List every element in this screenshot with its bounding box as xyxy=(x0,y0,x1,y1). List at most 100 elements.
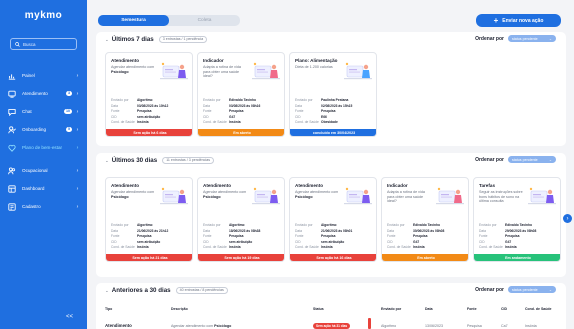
order-by-select[interactable]: status pendente ⌄ xyxy=(508,286,556,293)
section-count-badge: 3 entrostas / 1 pendência xyxy=(158,36,208,43)
card-detail-row: Cond. de Saúde Insônia xyxy=(203,120,281,126)
sidebar-item-label: Painel xyxy=(22,73,35,78)
new-action-button[interactable]: + Enviar nova ação xyxy=(476,14,561,27)
order-by-label: Ordenar por xyxy=(475,156,504,163)
section-header[interactable]: ⌄ Anteriores a 30 dias 40 entrostas / 8 pe… xyxy=(105,287,228,294)
sidebar-item-atendimento[interactable]: Atendimento 3 › xyxy=(0,87,87,100)
chevron-right-icon: › xyxy=(76,90,79,97)
sidebar-search[interactable] xyxy=(10,38,77,50)
card-detail-row: Cond. de Saúde Insônia xyxy=(295,245,373,251)
section-header[interactable]: ⌄ Últimos 30 dias 11 entrostas / 3 pendênc… xyxy=(105,157,215,164)
card-detail-key: Cond. de Saúde xyxy=(203,245,227,249)
card-illustration xyxy=(435,186,465,208)
card-detail-row: Cond. de Saúde Insônia xyxy=(203,245,281,251)
card-detail-row: Cond. de Saúde Insônia xyxy=(387,245,465,251)
order-by-value: status pendente xyxy=(512,157,538,162)
card-title: Atendimento xyxy=(111,58,140,63)
chevron-down-icon[interactable]: ⌄ xyxy=(105,37,109,43)
card-description-text: Seguir as instruções sobre bons hábitos … xyxy=(479,190,523,204)
card-detail-row: Cond. de Saúde Obesidade xyxy=(295,120,373,126)
app-logo[interactable]: mykmo xyxy=(0,10,87,21)
order-by-select[interactable]: status pendente ⌄ xyxy=(508,35,556,42)
chevron-right-icon: › xyxy=(76,144,79,151)
chevron-down-icon[interactable]: ⌄ xyxy=(105,288,109,294)
action-card[interactable]: Tarefas Seguir as instruções sobre bons h… xyxy=(473,177,561,262)
table-column-header[interactable]: Data xyxy=(425,307,467,311)
card-description-highlight: Psicólogo xyxy=(203,194,221,199)
dashboard-icon xyxy=(7,184,17,193)
sidebar-item-ocupacional[interactable]: Ocupacional › xyxy=(0,164,87,177)
card-details: Enviado por Edivaldo Tavinho Data 29/06/202… xyxy=(479,223,557,251)
table-header: Tipo Descrição Status Enviado por Data Fonte C… xyxy=(105,307,557,311)
action-card[interactable]: Indicador Adapta a rotina de vida para ob… xyxy=(197,52,285,137)
card-illustration xyxy=(251,186,281,208)
card-status-footer: Sem ação há 19 dias xyxy=(198,254,284,261)
card-detail-key: Cond. de Saúde xyxy=(295,120,319,124)
action-card[interactable]: Plano: Alimentação Dieta de 1.200 caloria… xyxy=(289,52,377,137)
card-details: Enviado por Edivaldo Tavinho Data 30/06/202… xyxy=(387,223,465,251)
card-detail-value: Insônia xyxy=(413,245,425,249)
card-detail-key: Cond. de Saúde xyxy=(111,245,135,249)
section-count-badge: 11 entrostas / 3 pendências xyxy=(162,157,215,164)
chevron-down-icon[interactable]: ⌄ xyxy=(105,158,109,164)
card-details: Enviado por Algoritmo Data 21/06/2023 às 08… xyxy=(295,223,373,251)
form-icon xyxy=(7,202,17,211)
section-title: Últimos 30 dias xyxy=(111,157,158,164)
card-description-text: Agendar atendimento com xyxy=(111,65,155,69)
card-title: Indicador xyxy=(203,58,224,63)
action-card[interactable]: Atendimento Agendar atendimento com Psicó… xyxy=(197,177,285,262)
row-description: Agendar atendimento com Psicólogo xyxy=(171,324,313,328)
row-condition: Insônia xyxy=(525,323,537,328)
card-description: Agendar atendimento com Psicólogo xyxy=(295,190,339,199)
sidebar-item-cadastro[interactable]: Cadastro › xyxy=(0,200,87,213)
sidebar-item-dashboard[interactable]: Dashboard › xyxy=(0,182,87,195)
card-detail-value: Insônia xyxy=(229,120,241,124)
card-status-footer: Em aberto xyxy=(198,129,284,136)
card-detail-value: Insônia xyxy=(137,245,149,249)
row-type: Atendimento xyxy=(105,323,132,328)
sidebar-item-label: Dashboard xyxy=(22,186,45,191)
chevron-right-icon: › xyxy=(76,126,79,133)
order-by: Ordenar por status pendente ⌄ xyxy=(475,35,556,42)
card-detail-value: Insônia xyxy=(137,120,149,124)
sidebar: mykmo Painel›Atendimento3›Chat10›Onboard… xyxy=(0,0,87,329)
card-detail-value: Insônia xyxy=(229,245,241,249)
card-title: Atendimento xyxy=(111,183,140,188)
action-card[interactable]: Atendimento Agendar atendimento com Psicó… xyxy=(105,52,193,137)
table-row[interactable]: Atendimento Agendar atendimento com Psicó… xyxy=(105,322,557,329)
card-illustration xyxy=(343,186,373,208)
collapse-sidebar-icon[interactable]: << xyxy=(66,314,73,320)
sidebar-item-onboarding[interactable]: Onboarding 5 › xyxy=(0,123,87,136)
section-header[interactable]: ⌄ Últimos 7 dias 3 entrostas / 1 pendência xyxy=(105,36,208,43)
card-description: Agendar atendimento com Psicólogo xyxy=(111,190,155,199)
sidebar-item-painel[interactable]: Painel › xyxy=(0,69,87,82)
card-status-footer: Em andamento xyxy=(474,254,560,261)
carousel-next-button[interactable]: › xyxy=(563,214,572,223)
table-column-header[interactable]: Status xyxy=(313,307,381,311)
card-detail-row: Cond. de Saúde Insônia xyxy=(111,245,189,251)
card-description-text: Agendar atendimento com xyxy=(111,190,155,194)
order-by-select[interactable]: status pendente ⌄ xyxy=(508,156,556,163)
table-column-header[interactable]: CID xyxy=(501,307,525,311)
card-detail-value: Obesidade xyxy=(321,120,338,124)
search-input[interactable] xyxy=(23,41,73,47)
action-card[interactable]: Atendimento Agendar atendimento com Psicó… xyxy=(105,177,193,262)
card-description-highlight: Psicólogo xyxy=(295,194,313,199)
card-title: Indicador xyxy=(387,183,408,188)
row-source: Pesquisa xyxy=(467,323,482,328)
tab-semestura[interactable]: Semestura xyxy=(98,15,169,26)
table-column-header[interactable]: Descrição xyxy=(171,307,313,311)
table-column-header[interactable]: Tipo xyxy=(105,307,171,311)
action-card[interactable]: Indicador Adapta a rotina de vida para ob… xyxy=(381,177,469,262)
table-column-header[interactable]: Enviado por xyxy=(381,307,425,311)
action-card[interactable]: Atendimento Agendar atendimento com Psicó… xyxy=(289,177,377,262)
card-description-text: Dieta de 1.200 calorias xyxy=(295,65,333,69)
card-description-text: Adapta a rotina de vida para obter uma s… xyxy=(203,65,241,79)
chevron-down-icon: ⌄ xyxy=(548,157,552,162)
table-column-header[interactable]: Cond. de Saúde xyxy=(525,307,557,311)
sidebar-item-chat[interactable]: Chat 10 › xyxy=(0,105,87,118)
tab-coleta[interactable]: Coleta xyxy=(169,15,240,26)
table-column-header[interactable]: Fonte xyxy=(467,307,501,311)
sidebar-item-plano-de-bem-estar[interactable]: Plano de bem-estar › xyxy=(0,141,87,154)
card-description: Agendar atendimento com Psicólogo xyxy=(111,65,155,74)
